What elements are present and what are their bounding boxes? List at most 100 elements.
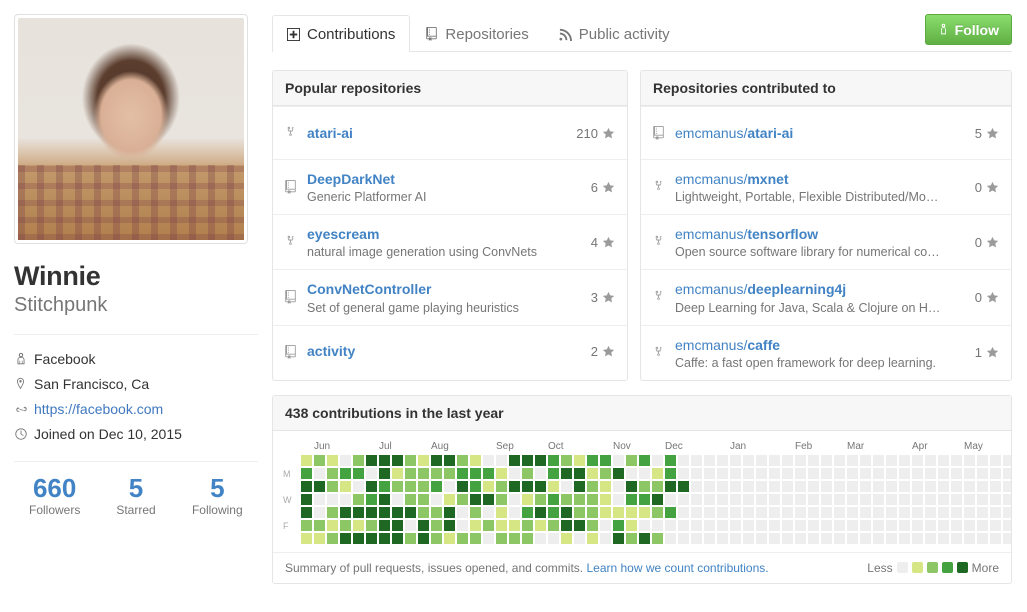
contribution-day-cell[interactable] [795,533,806,544]
contribution-day-cell[interactable] [665,520,676,531]
repo-link[interactable]: DeepDarkNet [307,170,583,188]
contribution-day-cell[interactable] [353,494,364,505]
contribution-day-cell[interactable] [366,494,377,505]
tab-contributions[interactable]: Contributions [272,15,410,52]
contribution-day-cell[interactable] [639,455,650,466]
contribution-day-cell[interactable] [470,468,481,479]
contribution-day-cell[interactable] [561,520,572,531]
contribution-day-cell[interactable] [470,494,481,505]
contribution-day-cell[interactable] [353,507,364,518]
contribution-day-cell[interactable] [704,507,715,518]
contribution-day-cell[interactable] [496,507,507,518]
contribution-day-cell[interactable] [964,481,975,492]
contribution-day-cell[interactable] [769,481,780,492]
contribution-day-cell[interactable] [327,455,338,466]
contribution-day-cell[interactable] [899,533,910,544]
contribution-day-cell[interactable] [392,468,403,479]
contribution-day-cell[interactable] [444,533,455,544]
contribution-day-cell[interactable] [951,455,962,466]
stat-following[interactable]: 5 Following [177,474,258,518]
contribution-day-cell[interactable] [873,455,884,466]
contribution-day-cell[interactable] [431,520,442,531]
contribution-day-cell[interactable] [1003,533,1012,544]
contribution-day-cell[interactable] [587,468,598,479]
contribution-day-cell[interactable] [431,468,442,479]
contribution-day-cell[interactable] [561,468,572,479]
contribution-day-cell[interactable] [782,455,793,466]
contribution-day-cell[interactable] [535,481,546,492]
contribution-day-cell[interactable] [756,520,767,531]
contribution-day-cell[interactable] [873,494,884,505]
contribution-day-cell[interactable] [470,481,481,492]
contribution-day-cell[interactable] [301,494,312,505]
contribution-day-cell[interactable] [340,533,351,544]
contribution-day-cell[interactable] [418,494,429,505]
contribution-day-cell[interactable] [509,533,520,544]
contribution-day-cell[interactable] [431,455,442,466]
contribution-day-cell[interactable] [860,468,871,479]
contribution-day-cell[interactable] [314,468,325,479]
contribution-day-cell[interactable] [379,468,390,479]
contribution-day-cell[interactable] [912,494,923,505]
contribution-day-cell[interactable] [561,533,572,544]
contribution-day-cell[interactable] [639,468,650,479]
contribution-day-cell[interactable] [951,520,962,531]
contribution-day-cell[interactable] [704,481,715,492]
contribution-day-cell[interactable] [873,468,884,479]
contribution-day-cell[interactable] [730,494,741,505]
contribution-day-cell[interactable] [626,455,637,466]
contribution-day-cell[interactable] [704,494,715,505]
contribution-day-cell[interactable] [899,455,910,466]
contribution-day-cell[interactable] [418,455,429,466]
contribution-day-cell[interactable] [314,455,325,466]
contribution-day-cell[interactable] [522,468,533,479]
contribution-day-cell[interactable] [496,520,507,531]
contribution-day-cell[interactable] [1003,481,1012,492]
contribution-day-cell[interactable] [470,455,481,466]
contribution-day-cell[interactable] [691,481,702,492]
contribution-day-cell[interactable] [613,533,624,544]
contribution-day-cell[interactable] [548,455,559,466]
repo-link[interactable]: emcmanus/tensorflow [675,225,967,243]
contribution-day-cell[interactable] [457,494,468,505]
contribution-day-cell[interactable] [496,494,507,505]
contribution-day-cell[interactable] [1003,507,1012,518]
contribution-day-cell[interactable] [886,481,897,492]
contribution-day-cell[interactable] [912,468,923,479]
contribution-day-cell[interactable] [587,533,598,544]
contribution-day-cell[interactable] [548,507,559,518]
contribution-day-cell[interactable] [340,481,351,492]
contribution-day-cell[interactable] [613,481,624,492]
repo-link[interactable]: eyescream [307,225,583,243]
profile-website-link[interactable]: https://facebook.com [34,401,163,417]
contribution-day-cell[interactable] [756,507,767,518]
contribution-day-cell[interactable] [340,494,351,505]
contribution-day-cell[interactable] [821,520,832,531]
contribution-day-cell[interactable] [1003,520,1012,531]
contribution-day-cell[interactable] [405,533,416,544]
contribution-day-cell[interactable] [340,468,351,479]
contribution-day-cell[interactable] [756,494,767,505]
contribution-day-cell[interactable] [951,468,962,479]
contribution-day-cell[interactable] [496,455,507,466]
contribution-day-cell[interactable] [938,533,949,544]
contribution-day-cell[interactable] [834,481,845,492]
contribution-day-cell[interactable] [548,533,559,544]
contribution-graph[interactable]: JunJulAugSepOctNovDecJanFebMarAprMayMWF [283,439,1012,546]
contribution-day-cell[interactable] [886,455,897,466]
contribution-day-cell[interactable] [470,533,481,544]
contribution-day-cell[interactable] [665,455,676,466]
contribution-day-cell[interactable] [535,455,546,466]
contribution-day-cell[interactable] [951,494,962,505]
contribution-day-cell[interactable] [951,481,962,492]
contribution-day-cell[interactable] [392,507,403,518]
contribution-day-cell[interactable] [535,507,546,518]
contribution-day-cell[interactable] [769,533,780,544]
contribution-day-cell[interactable] [587,494,598,505]
contribution-day-cell[interactable] [353,455,364,466]
contribution-day-cell[interactable] [795,494,806,505]
contribution-day-cell[interactable] [431,494,442,505]
contribution-day-cell[interactable] [379,481,390,492]
contribution-day-cell[interactable] [652,494,663,505]
contribution-day-cell[interactable] [379,520,390,531]
